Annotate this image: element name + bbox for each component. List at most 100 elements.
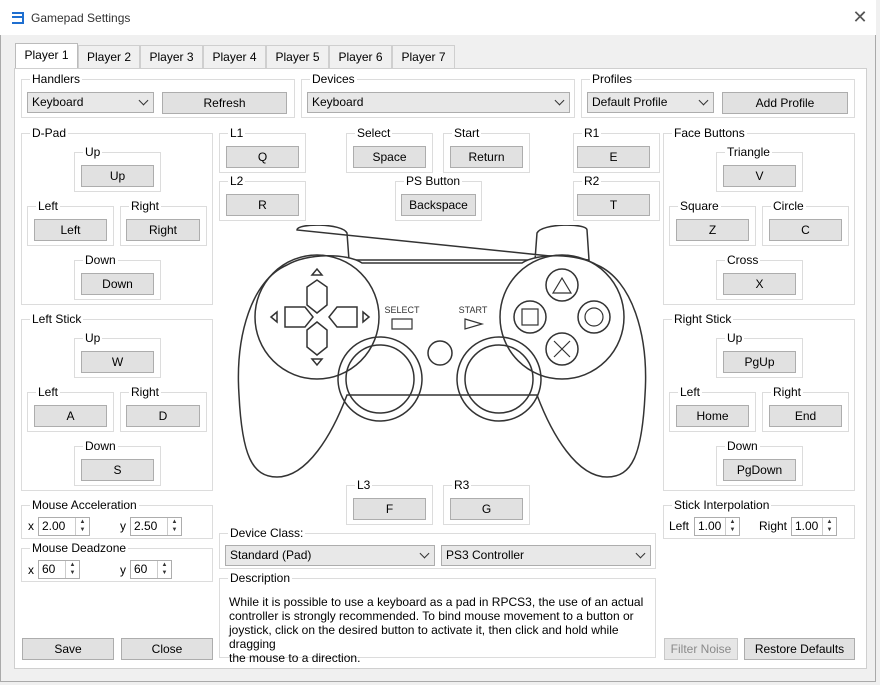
ps-button[interactable]: Backspace	[401, 194, 476, 216]
spin-arrows-icon[interactable]: ▲ ▼	[65, 561, 79, 578]
dpad-up-label: Up	[83, 145, 103, 159]
spin-arrows-icon[interactable]: ▲ ▼	[822, 518, 836, 535]
close-button[interactable]: Close	[121, 638, 213, 660]
device-class-value: Standard (Pad)	[230, 548, 312, 562]
ls-up-label: Up	[83, 331, 103, 345]
devices-label: Devices	[310, 72, 357, 86]
profiles-label: Profiles	[590, 72, 635, 86]
stick-interp-left-value: 1.00	[698, 519, 722, 533]
profile-select[interactable]: Default Profile	[587, 92, 714, 113]
stick-interp-right-spinbox[interactable]: 1.00 ▲ ▼	[791, 517, 837, 536]
dpad-down-button[interactable]: Down	[81, 273, 154, 295]
tab-player-6[interactable]: Player 6	[329, 45, 392, 68]
rs-down-label: Down	[725, 439, 760, 453]
mouse-deadzone-x-spinbox[interactable]: 60 ▲ ▼	[38, 560, 80, 579]
save-button[interactable]: Save	[22, 638, 114, 660]
device-select[interactable]: Keyboard	[307, 92, 570, 113]
filter-noise-button[interactable]: Filter Noise	[664, 638, 738, 660]
dpad-up-button[interactable]: Up	[81, 165, 154, 187]
l3-label: L3	[355, 478, 373, 492]
r3-button[interactable]: G	[450, 498, 523, 520]
l1-label: L1	[228, 126, 246, 140]
mouse-deadzone-label: Mouse Deadzone	[30, 541, 129, 555]
rs-down-button[interactable]: PgDown	[723, 459, 796, 481]
dpad-left-button[interactable]: Left	[34, 219, 107, 241]
chevron-down-icon	[554, 95, 565, 106]
restore-defaults-button[interactable]: Restore Defaults	[744, 638, 855, 660]
ls-left-label: Left	[36, 385, 61, 399]
spin-arrows-icon[interactable]: ▲ ▼	[157, 561, 171, 578]
square-button[interactable]: Z	[676, 219, 749, 241]
l1-button[interactable]: Q	[226, 146, 299, 168]
device-type-select[interactable]: PS3 Controller	[441, 545, 651, 566]
tab-player-1[interactable]: Player 1	[15, 43, 78, 69]
rs-up-label: Up	[725, 331, 745, 345]
mouse-accel-x-label: x	[28, 519, 34, 533]
stick-interp-label: Stick Interpolation	[672, 498, 772, 512]
ls-down-button[interactable]: S	[81, 459, 154, 481]
device-select-value: Keyboard	[312, 95, 364, 109]
l2-button[interactable]: R	[226, 194, 299, 216]
ls-up-button[interactable]: W	[81, 351, 154, 373]
spin-arrows-icon[interactable]: ▲ ▼	[75, 518, 89, 535]
circle-button[interactable]: C	[769, 219, 842, 241]
mouse-accel-x-spinbox[interactable]: 2.00 ▲ ▼	[38, 517, 90, 536]
gamepad-illustration: SELECT START	[237, 225, 647, 478]
rs-right-label: Right	[771, 385, 804, 399]
tab-player-5[interactable]: Player 5	[266, 45, 329, 68]
rs-left-label: Left	[678, 385, 703, 399]
stick-interp-left-spinbox[interactable]: 1.00 ▲ ▼	[694, 517, 740, 536]
r1-button[interactable]: E	[577, 146, 650, 168]
description-text: While it is possible to use a keyboard a…	[229, 595, 651, 665]
rs-left-button[interactable]: Home	[676, 405, 749, 427]
mouse-deadzone-x-label: x	[28, 563, 34, 577]
l3-button[interactable]: F	[353, 498, 426, 520]
face-buttons-label: Face Buttons	[672, 126, 747, 140]
select-button[interactable]: Space	[353, 146, 426, 168]
tab-player-4[interactable]: Player 4	[203, 45, 266, 68]
spin-arrows-icon[interactable]: ▲ ▼	[725, 518, 739, 535]
start-button[interactable]: Return	[450, 146, 523, 168]
right-stick-label: Right Stick	[672, 312, 734, 326]
tab-player-3[interactable]: Player 3	[140, 45, 203, 68]
chevron-down-icon	[698, 95, 709, 106]
r3-label: R3	[452, 478, 472, 492]
refresh-button[interactable]: Refresh	[162, 92, 287, 114]
stick-interp-right-label: Right	[759, 519, 788, 533]
device-class-label: Device Class:	[228, 526, 306, 540]
dpad-left-label: Left	[36, 199, 61, 213]
triangle-button[interactable]: V	[723, 165, 796, 187]
tab-player-7[interactable]: Player 7	[392, 45, 455, 68]
add-profile-button[interactable]: Add Profile	[722, 92, 848, 114]
device-class-select[interactable]: Standard (Pad)	[225, 545, 435, 566]
ls-left-button[interactable]: A	[34, 405, 107, 427]
mouse-accel-x-value: 2.00	[42, 519, 66, 533]
chevron-down-icon	[419, 548, 430, 559]
title-bar	[0, 0, 876, 35]
rs-up-button[interactable]: PgUp	[723, 351, 796, 373]
cross-button[interactable]: X	[723, 273, 796, 295]
tab-player-2[interactable]: Player 2	[78, 45, 140, 68]
dpad-label: D-Pad	[30, 126, 69, 140]
r2-label: R2	[582, 174, 602, 188]
ls-right-label: Right	[129, 385, 162, 399]
stick-interp-right-value: 1.00	[795, 519, 819, 533]
mouse-accel-y-label: y	[120, 519, 126, 533]
mouse-accel-label: Mouse Acceleration	[30, 498, 139, 512]
handler-select[interactable]: Keyboard	[27, 92, 154, 113]
close-window-icon[interactable]: ✕	[850, 8, 870, 28]
dpad-right-button[interactable]: Right	[126, 219, 200, 241]
profile-select-value: Default Profile	[592, 95, 668, 109]
mouse-accel-y-spinbox[interactable]: 2.50 ▲ ▼	[130, 517, 182, 536]
rs-right-button[interactable]: End	[769, 405, 842, 427]
square-label: Square	[678, 199, 721, 213]
triangle-label: Triangle	[725, 145, 772, 159]
mouse-deadzone-y-label: y	[120, 563, 126, 577]
ls-right-button[interactable]: D	[126, 405, 200, 427]
dpad-down-label: Down	[83, 253, 118, 267]
r2-button[interactable]: T	[577, 194, 650, 216]
gamepad-select-text: SELECT	[384, 305, 420, 315]
spin-arrows-icon[interactable]: ▲ ▼	[167, 518, 181, 535]
mouse-deadzone-y-spinbox[interactable]: 60 ▲ ▼	[130, 560, 172, 579]
rpcs3-app-icon	[12, 12, 24, 24]
